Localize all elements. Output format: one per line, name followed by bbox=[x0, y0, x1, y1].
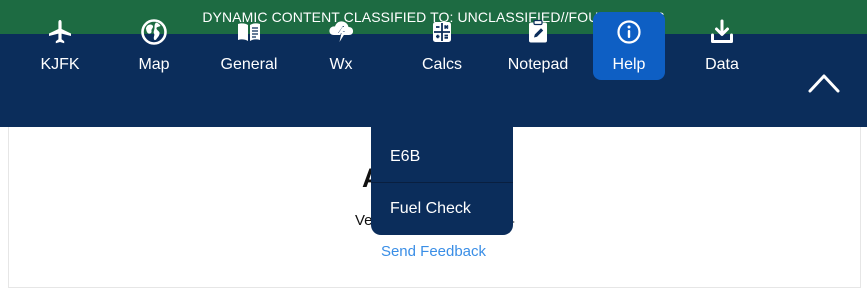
toolbar-item-label: Notepad bbox=[507, 56, 569, 73]
toolbar-item-general[interactable]: General bbox=[213, 12, 285, 80]
book-icon bbox=[235, 18, 263, 46]
chevron-up-icon bbox=[807, 72, 841, 99]
toolbar-item-data[interactable]: Data bbox=[686, 12, 758, 80]
toolbar-item-label: Map bbox=[138, 56, 170, 73]
toolbar-item-label: KJFK bbox=[40, 56, 80, 73]
toolbar-item-map[interactable]: Map bbox=[118, 12, 190, 80]
toolbar-item-label: Data bbox=[705, 56, 739, 73]
toolbar-item-notepad[interactable]: Notepad bbox=[502, 12, 574, 80]
version-text: Ve bbox=[355, 212, 373, 229]
toolbar-item-help[interactable]: Help bbox=[593, 12, 665, 80]
info-icon bbox=[615, 18, 643, 46]
toolbar-item-kjfk[interactable]: KJFK bbox=[24, 12, 96, 80]
menu-item-fuel-check[interactable]: Fuel Check bbox=[371, 189, 513, 229]
airplane-icon bbox=[46, 18, 74, 46]
toolbar-item-calcs[interactable]: Calcs bbox=[406, 12, 478, 80]
menu-item-e6b[interactable]: E6B bbox=[371, 137, 513, 177]
toolbar-item-label: Wx bbox=[329, 56, 353, 73]
toolbar-item-wx[interactable]: Wx bbox=[305, 12, 377, 80]
calcs-dropdown-menu: E6B Fuel Check bbox=[371, 127, 513, 235]
storm-cloud-icon bbox=[327, 18, 355, 46]
menu-divider bbox=[371, 182, 513, 183]
calculator-icon bbox=[428, 18, 456, 46]
toolbar-item-label: Calcs bbox=[421, 56, 462, 73]
collapse-toolbar-button[interactable] bbox=[800, 34, 850, 93]
globe-icon bbox=[140, 18, 168, 46]
download-icon bbox=[708, 18, 736, 46]
clipboard-pencil-icon bbox=[524, 18, 552, 46]
send-feedback-link[interactable]: Send Feedback bbox=[0, 243, 867, 260]
toolbar-item-label: Help bbox=[612, 56, 646, 73]
toolbar-item-label: General bbox=[220, 56, 278, 73]
